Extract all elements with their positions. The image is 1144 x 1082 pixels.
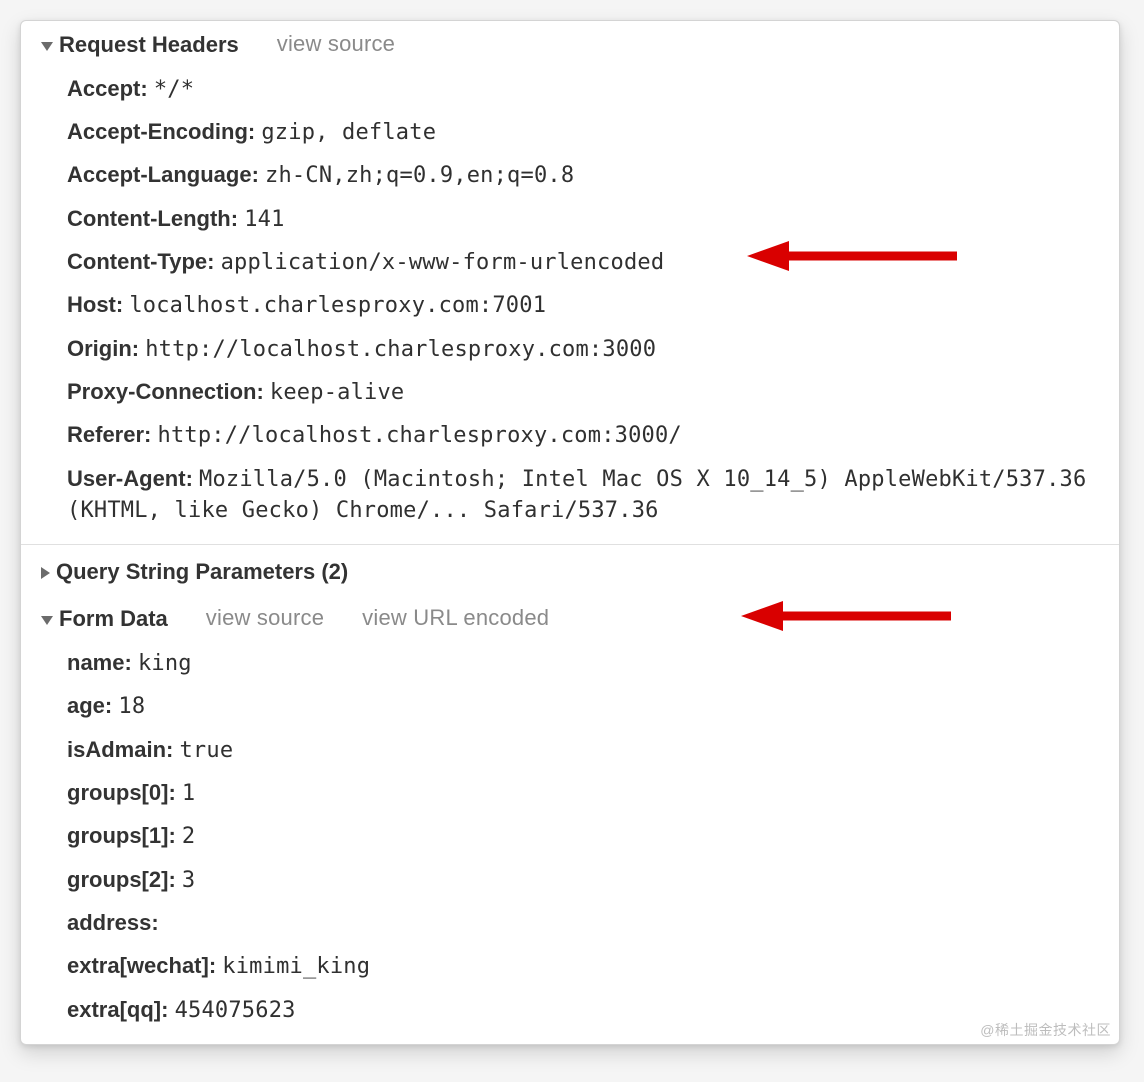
- query-string-header[interactable]: Query String Parameters (2): [41, 559, 1099, 585]
- header-row: Host: localhost.charlesproxy.com:7001: [67, 284, 1099, 327]
- header-name: Accept: [67, 76, 140, 101]
- header-name: Accept-Encoding: [67, 119, 248, 144]
- form-row: name: king: [67, 642, 1099, 685]
- form-name: age: [67, 693, 105, 718]
- header-row: Accept-Language: zh-CN,zh;q=0.9,en;q=0.8: [67, 154, 1099, 197]
- request-headers-header[interactable]: Request Headers view source: [41, 31, 1099, 58]
- arrow-annotation-icon: [747, 241, 957, 271]
- caret-right-icon: [41, 567, 50, 579]
- form-row: age: 18: [67, 685, 1099, 728]
- form-row: address:: [67, 902, 1099, 945]
- header-value: keep-alive: [270, 380, 404, 405]
- header-row: Origin: http://localhost.charlesproxy.co…: [67, 328, 1099, 371]
- form-value: 454075623: [175, 998, 296, 1023]
- view-source-toggle[interactable]: view source: [277, 31, 395, 57]
- form-name: name: [67, 650, 124, 675]
- form-row: groups[2]: 3: [67, 859, 1099, 902]
- form-row: extra[qq]: 454075623: [67, 989, 1099, 1032]
- header-value: gzip, deflate: [261, 120, 436, 145]
- form-value: 3: [182, 868, 195, 893]
- request-headers-title: Request Headers: [59, 32, 239, 58]
- form-data-list: name: king age: 18 isAdmain: true groups…: [55, 642, 1099, 1032]
- arrow-annotation-icon: [741, 601, 951, 631]
- header-row: Proxy-Connection: keep-alive: [67, 371, 1099, 414]
- header-name: Content-Length: [67, 206, 231, 231]
- form-value: king: [138, 651, 192, 676]
- header-name: Content-Type: [67, 249, 207, 274]
- devtools-panel: Request Headers view source Accept: */* …: [20, 20, 1120, 1045]
- form-value: kimimi_king: [222, 954, 370, 979]
- view-url-encoded-toggle[interactable]: view URL encoded: [362, 605, 549, 631]
- form-name: groups[2]: [67, 867, 168, 892]
- query-string-title: Query String Parameters (2): [56, 559, 348, 585]
- form-row: isAdmain: true: [67, 729, 1099, 772]
- form-row: groups[1]: 2: [67, 815, 1099, 858]
- header-name: Accept-Language: [67, 162, 252, 187]
- header-row: Content-Type: application/x-www-form-url…: [67, 241, 1099, 284]
- header-name: Proxy-Connection: [67, 379, 256, 404]
- header-row: Accept-Encoding: gzip, deflate: [67, 111, 1099, 154]
- form-name: groups[1]: [67, 823, 168, 848]
- form-value: true: [179, 738, 233, 763]
- form-name: extra[qq]: [67, 997, 161, 1022]
- header-row: Accept: */*: [67, 68, 1099, 111]
- form-value: 18: [118, 694, 145, 719]
- request-headers-section: Request Headers view source Accept: */* …: [21, 21, 1119, 544]
- form-value: 2: [182, 824, 195, 849]
- header-row: Content-Length: 141: [67, 198, 1099, 241]
- header-row: User-Agent: Mozilla/5.0 (Macintosh; Inte…: [67, 458, 1099, 533]
- header-value: 141: [244, 207, 284, 232]
- header-name: Referer: [67, 422, 144, 447]
- request-headers-list: Accept: */* Accept-Encoding: gzip, defla…: [55, 68, 1099, 533]
- caret-down-icon: [41, 616, 53, 625]
- view-source-toggle[interactable]: view source: [206, 605, 324, 631]
- header-value: */*: [154, 77, 194, 102]
- form-name: groups[0]: [67, 780, 168, 805]
- form-name: isAdmain: [67, 737, 166, 762]
- form-name: extra[wechat]: [67, 953, 209, 978]
- header-value: zh-CN,zh;q=0.9,en;q=0.8: [265, 163, 574, 188]
- header-value: Mozilla/5.0 (Macintosh; Intel Mac OS X 1…: [67, 467, 1086, 523]
- header-value: http://localhost.charlesproxy.com:3000: [145, 337, 656, 362]
- caret-down-icon: [41, 42, 53, 51]
- header-value: http://localhost.charlesproxy.com:3000/: [158, 423, 682, 448]
- header-name: Host: [67, 292, 116, 317]
- form-name: address: [67, 910, 151, 935]
- header-value: application/x-www-form-urlencoded: [221, 250, 665, 275]
- form-row: groups[0]: 1: [67, 772, 1099, 815]
- header-row: Referer: http://localhost.charlesproxy.c…: [67, 414, 1099, 457]
- form-data-header[interactable]: Form Data view source view URL encoded: [41, 605, 1099, 632]
- form-data-section: Form Data view source view URL encoded n…: [21, 599, 1119, 1044]
- watermark: @稀土掘金技术社区: [980, 1020, 1111, 1040]
- form-value: 1: [182, 781, 195, 806]
- form-data-title: Form Data: [59, 606, 168, 632]
- header-value: localhost.charlesproxy.com:7001: [129, 293, 546, 318]
- header-name: User-Agent: [67, 466, 186, 491]
- form-row: extra[wechat]: kimimi_king: [67, 945, 1099, 988]
- query-string-section: Query String Parameters (2): [21, 544, 1119, 599]
- header-name: Origin: [67, 336, 132, 361]
